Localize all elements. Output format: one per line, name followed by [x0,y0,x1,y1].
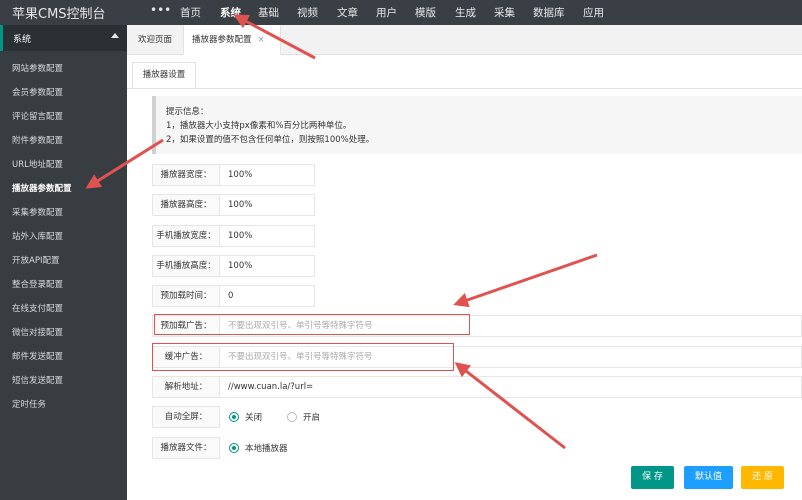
nav-item-database[interactable]: 数据库 [533,5,565,21]
sidebar-item-api-config[interactable]: 开放API配置 [0,251,127,271]
sidebar-item-email-config[interactable]: 邮件发送配置 [0,347,127,367]
sidebar-item-cron[interactable]: 定时任务 [0,395,127,415]
save-button[interactable]: 保 存 [631,466,674,489]
preload-time-input[interactable]: 0 [220,285,315,307]
tab-welcome[interactable]: 欢迎页面 [138,25,188,55]
sidebar-item-payment-config[interactable]: 在线支付配置 [0,299,127,319]
mobile-height-input[interactable]: 100% [220,255,315,277]
parse-url-input[interactable]: //www.cuan.la/?url= [220,376,802,398]
nav-item-template[interactable]: 模版 [415,5,436,21]
default-button[interactable]: 默认值 [684,466,733,489]
nav-item-video[interactable]: 视频 [297,5,318,21]
nav-item-system[interactable]: 系统 [220,5,241,21]
parse-url-label: 解析地址： [152,376,220,398]
nav-item-generate[interactable]: 生成 [455,5,476,21]
tip-box: 提示信息： 1，播放器大小支持px像素和%百分比两种单位。 2，如果设置的值不包… [152,96,802,154]
tip-line-1: 1，播放器大小支持px像素和%百分比两种单位。 [166,121,352,131]
mobile-height-label: 手机播放高度： [152,255,220,277]
autofull-off-label: 关闭 [245,413,263,423]
player-width-label: 播放器宽度： [152,164,220,186]
more-icon[interactable]: ••• [150,3,171,17]
player-file-label: 播放器文件： [152,437,220,459]
nav-item-article[interactable]: 文章 [337,5,358,21]
autofull-label: 自动全屏： [152,406,220,428]
sidebar-item-player-config[interactable]: 播放器参数配置 [0,179,127,199]
tab-player-settings[interactable]: 播放器设置 [132,62,196,88]
nav-item-user[interactable]: 用户 [376,5,397,21]
reset-button[interactable]: 还 原 [741,466,784,489]
buffer-ad-highlight [152,343,454,371]
sidebar-item-site-config[interactable]: 网站参数配置 [0,59,127,79]
nav-item-home[interactable]: 首页 [180,5,201,21]
sidebar-item-url-config[interactable]: URL地址配置 [0,155,127,175]
sidebar-item-collect-config[interactable]: 采集参数配置 [0,203,127,223]
player-file-local-label: 本地播放器 [245,444,288,454]
sidebar-section-header[interactable]: 系统 [0,25,127,51]
sidebar: 系统 网站参数配置 会员参数配置 评论留言配置 附件参数配置 URL地址配置 播… [0,25,127,500]
tab-player-config[interactable]: 播放器参数配置 × [183,25,281,55]
tip-title: 提示信息： [166,107,209,117]
sidebar-item-import-config[interactable]: 站外入库配置 [0,227,127,247]
sidebar-item-wechat-config[interactable]: 微信对接配置 [0,323,127,343]
autofull-off-radio[interactable] [229,412,239,422]
nav-item-basic[interactable]: 基础 [258,5,279,21]
mobile-width-label: 手机播放宽度： [152,225,220,247]
tip-line-2: 2，如果设置的值不包含任何单位，则按照100%处理。 [166,135,375,145]
sidebar-item-member-config[interactable]: 会员参数配置 [0,83,127,103]
tab-label: 播放器参数配置 [192,35,252,45]
preload-ad-highlight [154,314,470,335]
arrow-to-preload-ad [453,253,598,308]
nav-item-collect[interactable]: 采集 [494,5,515,21]
mobile-width-input[interactable]: 100% [220,225,315,247]
sidebar-section-title: 系统 [13,35,32,45]
player-width-input[interactable]: 100% [220,164,315,186]
player-height-input[interactable]: 100% [220,194,315,216]
player-height-label: 播放器高度： [152,194,220,216]
autofull-on-label: 开启 [303,413,321,423]
close-icon[interactable]: × [258,35,265,45]
sidebar-item-attachment-config[interactable]: 附件参数配置 [0,131,127,151]
sidebar-item-comment-config[interactable]: 评论留言配置 [0,107,127,127]
sidebar-item-sms-config[interactable]: 短信发送配置 [0,371,127,391]
divider [127,88,802,89]
top-bar: 苹果CMS控制台 ••• 首页 系统 基础 视频 文章 用户 模版 生成 采集 … [0,0,802,25]
preload-time-label: 预加载时间： [152,285,220,307]
autofull-on-radio[interactable] [287,412,297,422]
nav-item-apps[interactable]: 应用 [583,5,604,21]
app-title: 苹果CMS控制台 [12,7,106,22]
sidebar-item-login-config[interactable]: 整合登录配置 [0,275,127,295]
tab-bar: 欢迎页面 播放器参数配置 × [127,25,802,55]
chevron-up-icon [111,33,119,38]
player-file-local-radio[interactable] [229,443,239,453]
